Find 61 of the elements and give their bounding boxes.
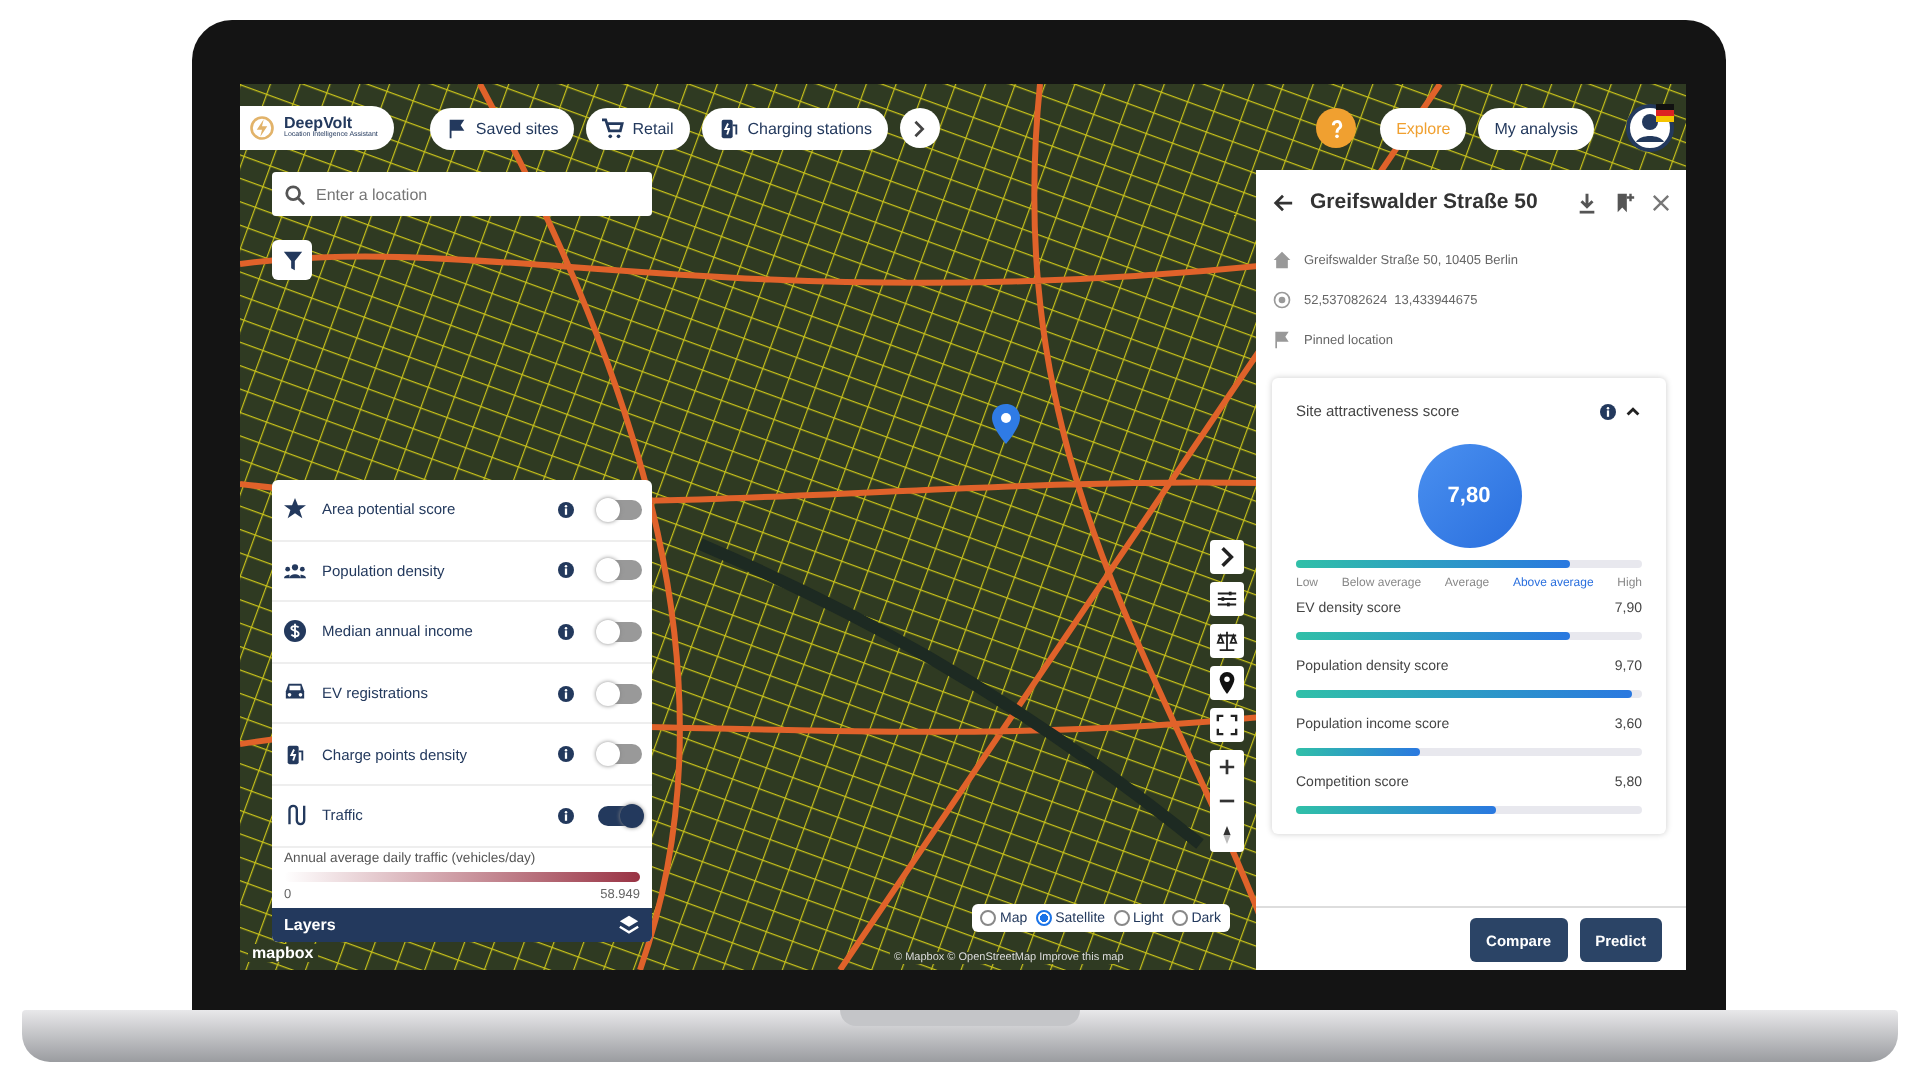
filter-button[interactable] — [272, 240, 312, 280]
scales-icon — [1216, 630, 1238, 652]
route-icon — [284, 804, 306, 827]
mode-tab[interactable]: My analysis — [1478, 107, 1594, 149]
chevron-up-icon[interactable] — [1624, 402, 1642, 420]
info-icon[interactable] — [558, 685, 574, 702]
sliders-button[interactable] — [1210, 582, 1244, 616]
download-icon[interactable] — [1576, 191, 1598, 213]
expand-icon — [1216, 714, 1238, 736]
score-circle: 7,80 — [1417, 444, 1521, 548]
flag-icon — [1272, 330, 1292, 350]
fullscreen-button[interactable] — [1210, 708, 1244, 742]
logo-icon — [248, 114, 276, 142]
layers-footer-bar[interactable]: Layers — [272, 907, 652, 942]
collapse-button[interactable] — [1210, 540, 1244, 574]
layer-toggle[interactable] — [598, 805, 642, 826]
user-avatar-icon — [1626, 104, 1674, 152]
compass-icon — [1218, 826, 1236, 844]
mapbox-logo: mapbox — [248, 944, 318, 962]
search-field[interactable]: Enter a location — [272, 172, 652, 216]
people-icon — [284, 559, 306, 582]
back-arrow-icon[interactable] — [1272, 191, 1294, 213]
bookmark-add-icon[interactable] — [1614, 191, 1636, 213]
panel-title: Greifswalder Straße 50 — [1310, 190, 1540, 214]
target-icon — [1272, 290, 1292, 310]
chevron-right-icon — [1216, 546, 1238, 568]
layers-title: Layers — [284, 915, 336, 934]
chevron-right-icon — [910, 119, 929, 137]
logo-title: DeepVolt — [284, 116, 353, 133]
layer-toggle[interactable] — [598, 744, 642, 765]
cart-icon — [602, 117, 625, 139]
category-chip[interactable]: Saved sites — [429, 107, 575, 149]
layer-toggle[interactable] — [598, 499, 642, 520]
plus-icon — [1218, 758, 1236, 776]
info-icon[interactable] — [558, 562, 574, 579]
info-icon[interactable] — [558, 746, 574, 763]
sliders-icon — [1216, 588, 1238, 610]
info-icon[interactable] — [558, 807, 574, 824]
layers-icon — [618, 913, 640, 936]
home-icon — [1272, 250, 1292, 270]
dollar-icon — [284, 620, 306, 643]
map-pin-icon[interactable] — [992, 404, 1020, 444]
star-icon — [284, 498, 306, 521]
compare-button[interactable] — [1210, 624, 1244, 658]
info-icon[interactable] — [558, 623, 574, 640]
layer-toggle[interactable] — [598, 560, 642, 581]
avatar[interactable] — [1626, 104, 1674, 152]
location-pin-icon — [1216, 672, 1238, 694]
charger-icon — [284, 743, 306, 766]
filter-icon — [281, 249, 303, 271]
layer-toggle[interactable] — [598, 621, 642, 642]
info-icon[interactable] — [1600, 403, 1616, 419]
close-icon[interactable] — [1652, 193, 1670, 211]
car-icon — [284, 682, 306, 705]
category-chip[interactable]: Charging stations — [701, 107, 888, 149]
pin-button[interactable] — [1210, 666, 1244, 700]
layer-toggle[interactable] — [598, 683, 642, 704]
flag-icon — [445, 117, 468, 139]
search-icon — [284, 183, 306, 205]
info-icon[interactable] — [558, 501, 574, 518]
charger-icon — [717, 117, 740, 139]
